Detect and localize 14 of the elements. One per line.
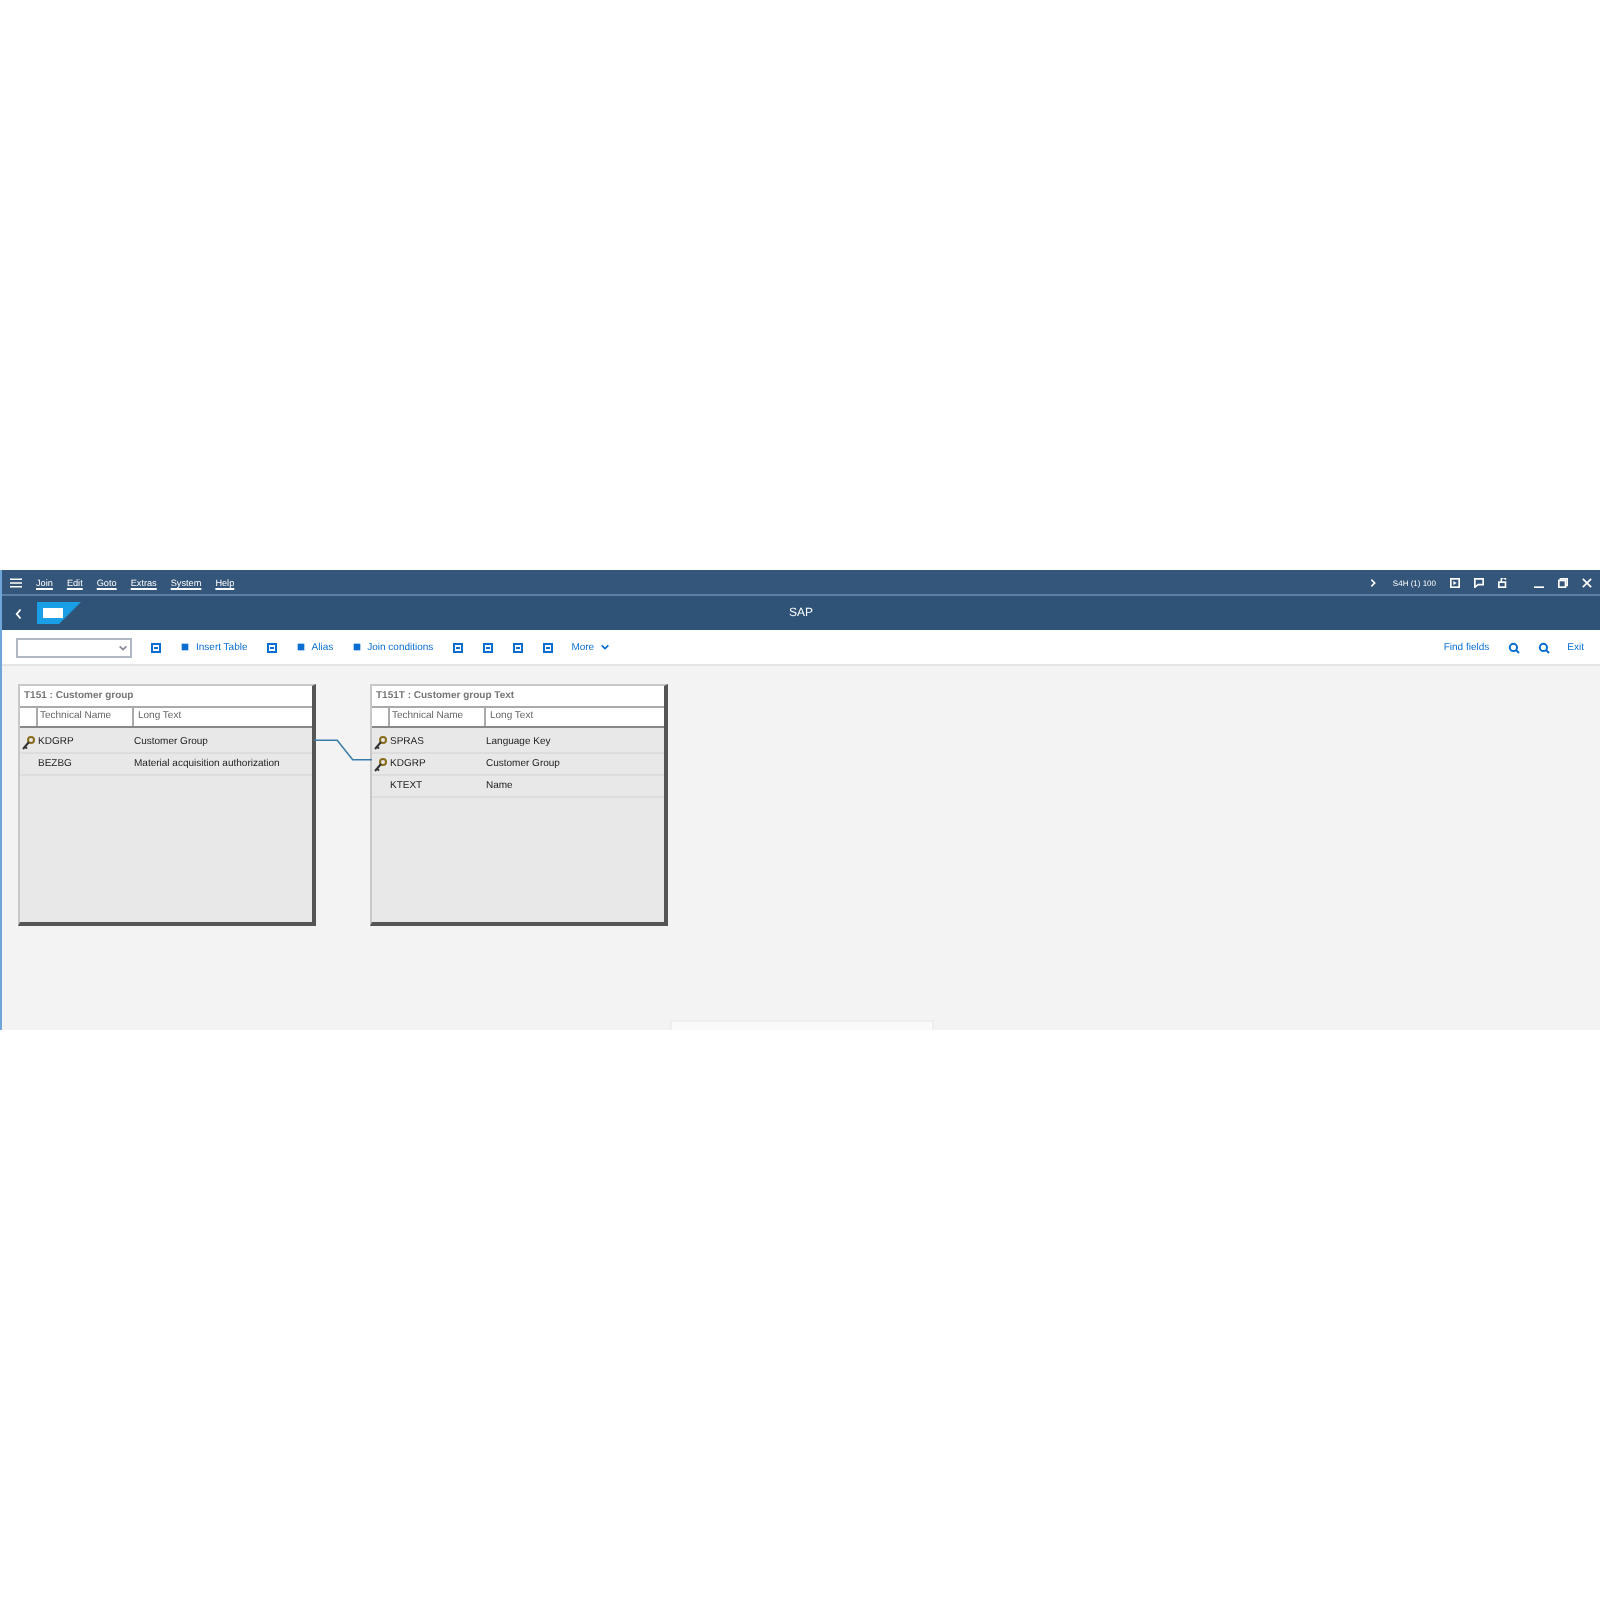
close-icon[interactable] bbox=[1582, 577, 1592, 587]
menu-icon[interactable] bbox=[10, 577, 22, 587]
caret-icon[interactable] bbox=[600, 642, 611, 652]
logo-icon bbox=[36, 602, 82, 624]
back-icon[interactable] bbox=[14, 607, 24, 619]
restore-icon[interactable] bbox=[1558, 577, 1568, 587]
caret-icon[interactable] bbox=[118, 643, 128, 651]
comment-icon[interactable] bbox=[1474, 577, 1484, 587]
join-line bbox=[314, 738, 372, 762]
dropdown-field[interactable] bbox=[16, 637, 132, 657]
chevron-icon[interactable] bbox=[1368, 577, 1379, 587]
play-icon[interactable] bbox=[1450, 577, 1460, 587]
lock-icon[interactable] bbox=[1498, 577, 1508, 587]
search-icon[interactable] bbox=[1507, 641, 1520, 653]
